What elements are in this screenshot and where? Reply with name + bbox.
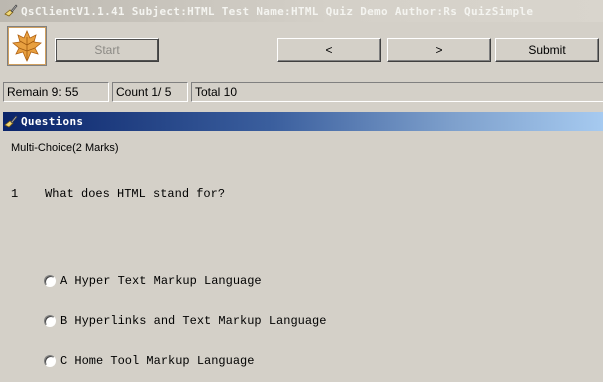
option-b-radio[interactable] — [44, 315, 56, 327]
total-questions: Total 10 — [191, 82, 603, 102]
option-a-radio[interactable] — [44, 275, 56, 287]
questions-title: Questions — [21, 115, 84, 128]
remain-time: Remain 9: 55 — [3, 82, 109, 102]
start-button[interactable]: Start — [55, 38, 159, 62]
window-title: QsClientV1.1.41 Subject:HTML Test Name:H… — [21, 4, 534, 18]
next-button[interactable]: > — [387, 38, 491, 62]
option-b[interactable]: B Hyperlinks and Text Markup Language — [44, 314, 326, 328]
option-c-label: C Home Tool Markup Language — [60, 354, 255, 368]
question-count: Count 1/ 5 — [112, 82, 188, 102]
option-c[interactable]: C Home Tool Markup Language — [44, 354, 254, 368]
question-number: 1 — [11, 187, 19, 201]
option-a[interactable]: A Hyper Text Markup Language — [44, 274, 262, 288]
option-b-label: B Hyperlinks and Text Markup Language — [60, 314, 327, 328]
submit-button[interactable]: Submit — [495, 38, 599, 62]
title-bar: QsClientV1.1.41 Subject:HTML Test Name:H… — [0, 0, 603, 22]
pencil-hand-icon — [4, 114, 18, 127]
status-bar: Remain 9: 55 Count 1/ 5 Total 10 — [0, 82, 603, 104]
maple-leaf-icon — [7, 26, 47, 66]
previous-button[interactable]: < — [277, 38, 381, 62]
question-text: What does HTML stand for? — [45, 187, 226, 201]
question-type: Multi-Choice(2 Marks) — [11, 142, 119, 154]
questions-header: Questions — [3, 112, 603, 131]
pencil-hand-icon — [4, 4, 18, 17]
option-a-label: A Hyper Text Markup Language — [60, 274, 262, 288]
option-c-radio[interactable] — [44, 355, 56, 367]
